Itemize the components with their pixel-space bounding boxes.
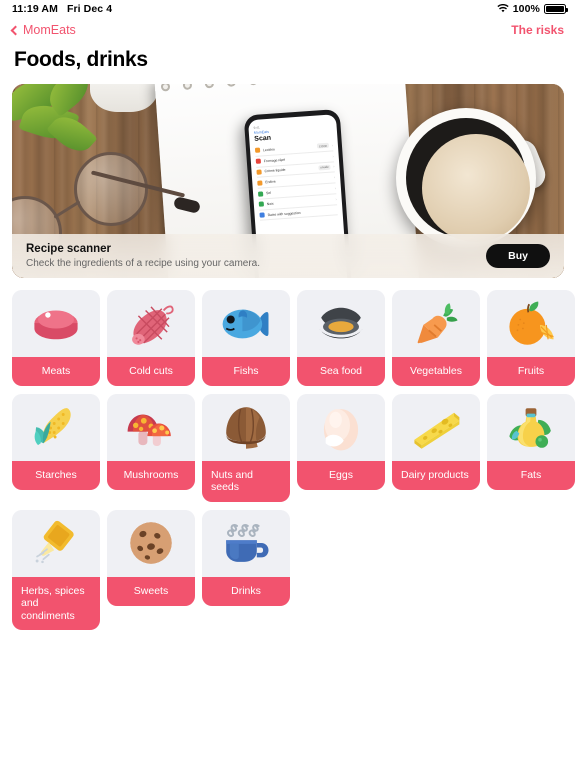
ingredient-tag: unsafe [318,164,331,171]
meat-icon [12,290,100,357]
wifi-icon [497,3,509,14]
status-dot-icon [256,169,262,175]
category-grid: Meats Cold cuts Fishs Sea food Vegetable… [0,278,576,630]
status-dot-icon [257,180,263,186]
glasses-temple-tip [172,196,202,214]
spice-tube-icon [12,509,100,577]
mussel-icon [297,290,385,357]
chevron-right-icon: › [335,197,337,202]
ingredient-label: Sel [265,190,272,196]
banner-title: Recipe scanner [26,242,112,255]
carrot-icon [392,290,480,357]
chevron-right-icon: › [332,154,334,159]
category-label: Vegetables [392,357,480,386]
status-dot-icon [259,212,265,218]
category-tile-vegetables[interactable]: Vegetables [392,290,480,386]
category-tile-nuts-and-seeds[interactable]: Nuts and seeds [202,394,290,502]
battery-icon [544,3,568,14]
category-tile-dairy-products[interactable]: Dairy products [392,394,480,490]
category-tile-sweets[interactable]: Sweets [107,509,195,606]
status-time: 11:19 AM [12,2,58,15]
category-tile-starches[interactable]: Starches [12,394,100,490]
status-bar-right: 100% [497,2,568,15]
the-risks-link[interactable]: The risks [511,23,564,37]
category-tile-mushrooms[interactable]: Mushrooms [107,394,195,490]
ingredient-label: Fromage râpé [263,157,286,163]
glasses-bridge [53,200,81,219]
status-dot-icon [255,158,262,164]
fish-icon [202,290,290,357]
category-tile-eggs[interactable]: Eggs [297,394,385,490]
recipe-scanner-banner[interactable]: 9:41 MomEats Scan Lecithin COOK › Fromag… [12,84,564,278]
chevron-left-icon [10,25,21,35]
back-button-label: MomEats [23,23,76,37]
ingredient-label: Endive [265,179,276,185]
ingredient-label: Crème liquide [264,168,286,174]
category-tile-sea-food[interactable]: Sea food [297,290,385,386]
sausage-icon [107,290,195,357]
chevron-right-icon: › [334,186,337,191]
cheese-icon [392,394,480,461]
category-tile-cold-cuts[interactable]: Cold cuts [107,290,195,386]
mushroom-icon [107,394,195,461]
latte-surface [422,134,530,242]
notebook-spiral-rings [160,84,434,92]
mug-rim [406,118,530,242]
banner-text-block: Recipe scanner Check the ingredients of … [26,242,486,271]
status-date: Fri Dec 4 [66,2,113,15]
chevron-right-icon: › [333,164,335,169]
category-tile-herbs-spices-condiments[interactable]: Herbs, spices and condiments [12,509,100,630]
buy-button[interactable]: Buy [486,244,550,268]
category-label: Sea food [297,357,385,386]
status-dot-icon [257,190,264,197]
status-dot-icon [254,147,261,154]
category-tile-drinks[interactable]: Drinks [202,509,290,606]
cookie-icon [107,509,195,577]
orange-icon [487,290,575,357]
category-tile-fats[interactable]: Fats [487,394,575,490]
battery-percent: 100% [512,2,540,15]
category-label: Dairy products [392,461,480,490]
hot-cup-icon [202,509,290,577]
ingredient-label: Raise with suggestion [267,210,301,217]
ingredient-label: Noix [266,201,274,206]
category-label: Drinks [202,576,290,606]
mug-body [396,108,536,248]
back-button[interactable]: MomEats [10,23,76,37]
chestnut-icon [202,394,290,461]
category-label: Mushrooms [107,461,195,490]
category-label: Sweets [107,576,195,606]
phone-ingredient-list: Lecithin COOK › Fromage râpé › Crème liq… [254,140,338,222]
category-label: Cold cuts [107,357,195,386]
status-bar: 11:19 AM Fri Dec 4 100% [0,0,576,17]
category-label: Fats [487,461,575,490]
navigation-bar: MomEats The risks [0,17,576,43]
lens-right [74,152,148,226]
category-label: Fishs [202,357,290,386]
corn-icon [12,394,100,461]
page-title: Foods, drinks [14,48,148,71]
chevron-right-icon: › [331,143,334,148]
category-tile-fishs[interactable]: Fishs [202,290,290,386]
ingredient-label: Lecithin [262,147,275,153]
category-label: Nuts and seeds [202,461,290,502]
chevron-right-icon: › [333,175,336,180]
category-label: Herbs, spices and condiments [12,576,100,630]
category-tile-meats[interactable]: Meats [12,290,100,386]
category-tile-fruits[interactable]: Fruits [487,290,575,386]
oil-bottle-icon [487,394,575,461]
ingredient-tag: COOK [317,143,329,149]
banner-caption: Recipe scanner Check the ingredients of … [12,234,564,278]
category-label: Eggs [297,461,385,490]
category-label: Fruits [487,357,575,386]
status-dot-icon [258,201,265,208]
status-bar-left: 11:19 AM Fri Dec 4 [12,3,112,15]
banner-subtitle: Check the ingredients of a recipe using … [26,257,261,269]
egg-icon [297,394,385,461]
category-label: Starches [12,461,100,490]
category-label: Meats [12,357,100,386]
